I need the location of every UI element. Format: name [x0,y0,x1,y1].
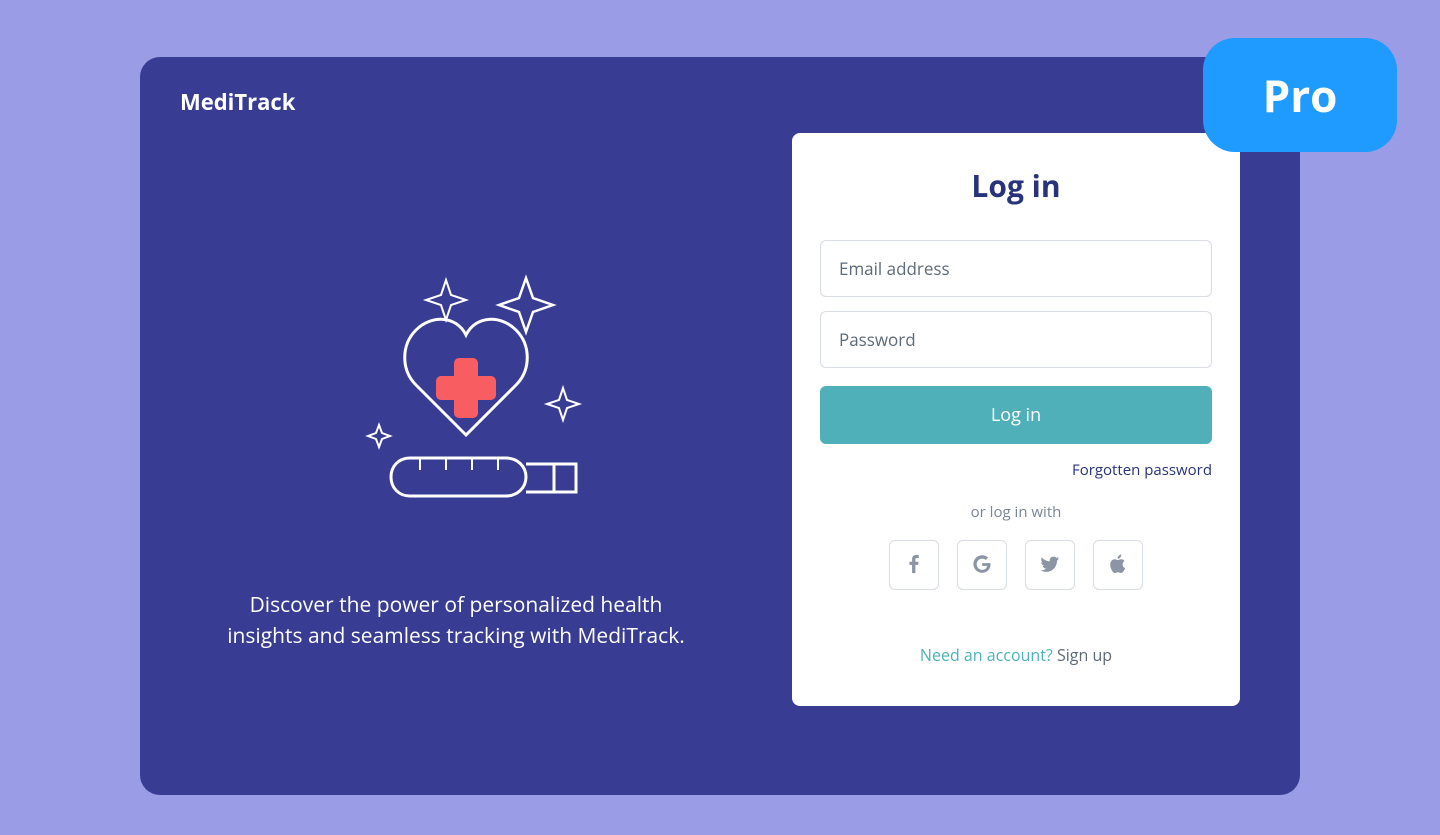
facebook-icon [903,553,925,578]
apple-login-button[interactable] [1093,540,1143,590]
google-login-button[interactable] [957,540,1007,590]
login-title: Log in [820,165,1212,206]
main-card: MediTrack [140,57,1300,795]
tagline-text: Discover the power of personalized healt… [226,590,686,653]
login-button[interactable]: Log in [820,386,1212,444]
health-hand-heart-icon [296,270,616,550]
social-login-row [820,540,1212,590]
password-field[interactable] [820,311,1212,368]
facebook-login-button[interactable] [889,540,939,590]
google-icon [971,553,993,578]
apple-icon [1107,553,1129,578]
signup-prompt-text: Need an account? [920,644,1057,666]
social-divider-text: or log in with [820,502,1212,522]
forgot-password-link[interactable]: Forgotten password [820,460,1212,480]
pro-badge-label: Pro [1263,65,1338,125]
twitter-icon [1039,553,1061,578]
illustration-wrap: Discover the power of personalized healt… [180,157,732,765]
signup-link[interactable]: Sign up [1057,644,1112,666]
signup-prompt-row: Need an account? Sign up [820,644,1212,666]
right-panel: Log in Log in Forgotten password or log … [772,57,1300,795]
pro-badge: Pro [1203,38,1397,152]
brand-logo: MediTrack [180,87,732,117]
twitter-login-button[interactable] [1025,540,1075,590]
left-panel: MediTrack [140,57,772,795]
login-card: Log in Log in Forgotten password or log … [792,133,1240,706]
email-field[interactable] [820,240,1212,297]
